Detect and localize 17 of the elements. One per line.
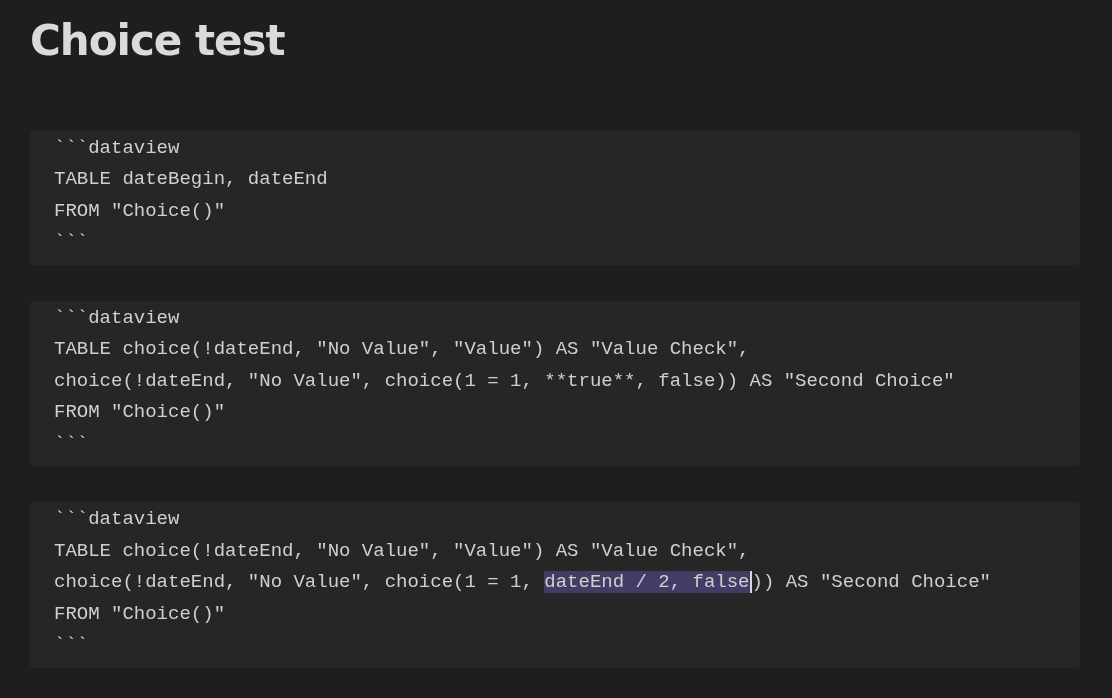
code-text: )) AS "Second Choice" (751, 571, 991, 594)
code-line: TABLE dateBegin, dateEnd (54, 167, 329, 193)
code-line: ``` (54, 230, 90, 256)
code-line: FROM "Choice()" (54, 601, 227, 627)
code-line: ```dataview (54, 135, 181, 161)
code-line: ``` (54, 431, 90, 457)
page-title: Choice test (30, 15, 286, 67)
code-line: choice(!dateEnd, "No Value", choice(1 = 1, **true**, false)) AS "Second Choice" (54, 368, 956, 394)
code-text: choice(!dateEnd, "No Value", choice(1 = 1, (54, 571, 534, 594)
code-line: TABLE choice(!dateEnd, "No Value", "Value") AS "Value Check", (54, 538, 751, 564)
code-line: FROM "Choice()" (54, 198, 227, 224)
code-line: ```dataview (54, 507, 181, 533)
code-line: TABLE choice(!dateEnd, "No Value", "Value") AS "Value Check", (54, 337, 751, 363)
selected-code-text: dateEnd / 2, false (544, 571, 752, 594)
code-line: ``` (54, 633, 90, 659)
code-line: FROM "Choice()" (54, 400, 227, 426)
code-line: ```dataview (54, 305, 181, 331)
